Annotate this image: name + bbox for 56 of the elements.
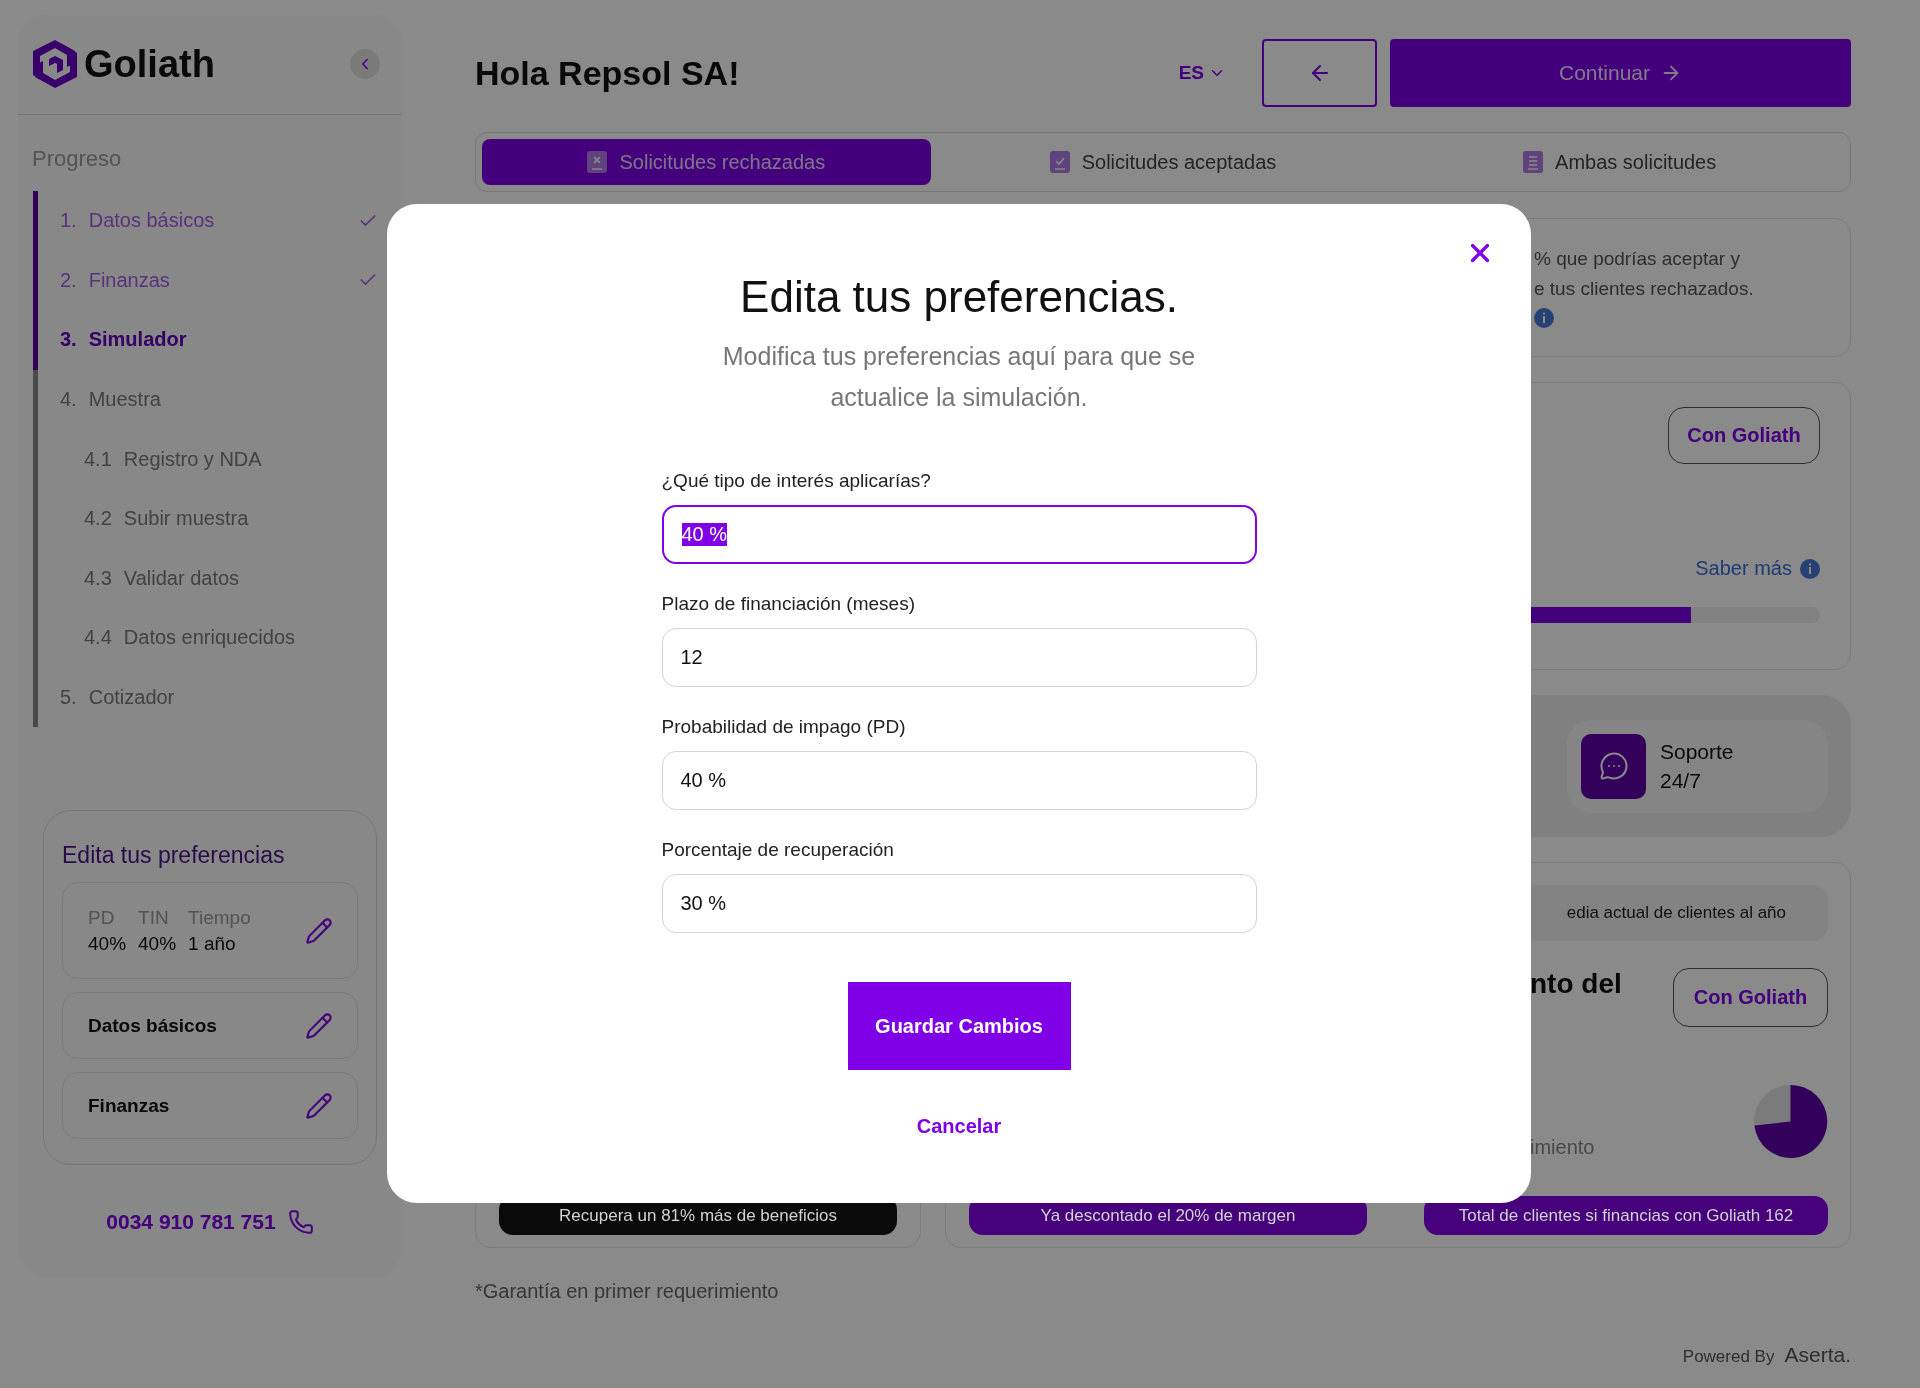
pencil-icon[interactable] <box>305 916 333 945</box>
info-pill: Total de clientes si financias con Goliath 162 <box>1424 1196 1828 1235</box>
cross-document-icon <box>587 151 608 173</box>
dialog-title: Edita tus preferencias. <box>740 271 1178 323</box>
check-document-icon <box>1049 151 1070 173</box>
continue-button[interactable]: Continuar <box>1390 39 1851 107</box>
info-icon <box>1534 308 1554 328</box>
section-label: Finanzas <box>88 1094 170 1117</box>
cancel-link[interactable]: Cancelar <box>916 1115 1002 1138</box>
phone-link[interactable]: 0034 910 781 751 <box>106 1210 276 1235</box>
field-label: ¿Qué tipo de interés aplicarías? <box>661 469 932 493</box>
summary-value: 1 año <box>188 932 237 955</box>
save-button[interactable]: Guardar Cambios <box>847 982 1071 1070</box>
info-icon <box>1800 558 1820 579</box>
dialog-subtitle: Modifica tus preferencias aquí para que se actualice la simulación. <box>721 341 1197 413</box>
tab[interactable]: Solicitudes aceptadas <box>938 139 1388 185</box>
section-label: Datos básicos <box>88 1014 217 1037</box>
chat-icon <box>1581 733 1646 799</box>
field-label: Porcentaje de recuperación <box>661 838 895 862</box>
brand-name: Goliath <box>84 42 215 86</box>
con-goliath-button[interactable]: Con Goliath <box>1673 968 1828 1027</box>
input-field[interactable]: 30 % <box>661 874 1257 933</box>
input-field[interactable]: 12 <box>661 628 1257 687</box>
con-goliath-button[interactable]: Con Goliath <box>1668 407 1820 464</box>
footnote: *Garantía en primer requerimiento <box>475 1280 780 1303</box>
logo-icon <box>30 37 80 91</box>
support-tile[interactable]: Soporte 24/7 <box>1567 719 1828 813</box>
support-hours: 24/7 <box>1660 768 1702 794</box>
pencil-icon[interactable] <box>305 1011 333 1040</box>
input-field[interactable]: 40 % <box>661 751 1257 810</box>
greeting-title: Hola Repsol SA! <box>475 53 741 93</box>
summary-value: 40% <box>138 932 177 955</box>
preferences-section-tile[interactable]: Finanzas <box>62 1072 358 1140</box>
preferences-section-tile[interactable]: Datos básicos <box>62 992 358 1060</box>
tab[interactable]: Solicitudes rechazadas <box>482 139 931 185</box>
preferences-title: Edita tus preferencias <box>62 842 286 870</box>
note-text: edia actual de clientes al año <box>1566 903 1786 923</box>
tab[interactable]: Ambas solicitudes <box>1395 139 1844 185</box>
field-label: Plazo de financiación (meses) <box>661 592 916 616</box>
summary-value: 40% <box>88 932 127 955</box>
growth-heading: nto del <box>1530 968 1622 1001</box>
support-title: Soporte <box>1660 739 1734 765</box>
list-document-icon <box>1523 151 1544 173</box>
pencil-icon[interactable] <box>305 1091 333 1120</box>
summary-text: % que podrías aceptar y <box>1534 247 1741 271</box>
phone-icon <box>287 1209 314 1236</box>
learn-more-link[interactable]: Saber más <box>1695 557 1792 580</box>
growth-caption: imiento <box>1530 1136 1595 1159</box>
field-label: Probabilidad de impago (PD) <box>661 715 907 739</box>
input-field[interactable]: 40 % <box>661 505 1257 564</box>
powered-by-label: Powered By <box>1682 1347 1775 1367</box>
aserta-logo-text: Aserta. <box>1784 1343 1851 1367</box>
summary-text: e tus clientes rechazados. <box>1534 277 1755 301</box>
back-button[interactable] <box>1262 39 1377 107</box>
collapse-button[interactable] <box>350 49 380 79</box>
language-selector[interactable]: ES <box>1172 61 1232 85</box>
